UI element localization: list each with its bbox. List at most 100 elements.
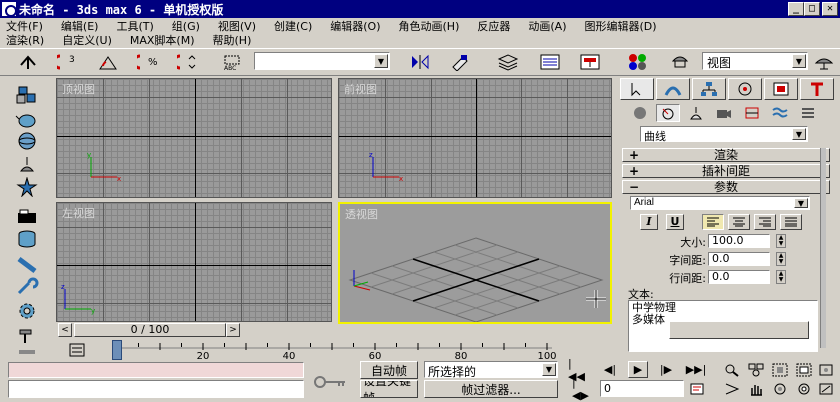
wrench-icon[interactable] — [14, 276, 40, 298]
size-input[interactable]: 100.0 — [708, 234, 770, 248]
viewport-top[interactable]: 顶视图 yx — [56, 78, 332, 198]
named-selection-icon[interactable]: ABC — [220, 51, 244, 73]
spinner-snap-icon[interactable] — [176, 51, 200, 73]
kerning-spinner[interactable]: ▲ ▼ — [776, 252, 786, 266]
italic-button[interactable]: I — [640, 214, 658, 230]
time-slider-thumb[interactable]: 0 / 100 — [74, 323, 226, 337]
underline-button[interactable]: U — [666, 214, 684, 230]
time-config-icon[interactable] — [688, 380, 708, 397]
size-spinner[interactable]: ▲ ▼ — [776, 234, 786, 248]
current-frame-input[interactable]: 0 — [600, 380, 684, 397]
leading-input[interactable]: 0.0 — [708, 270, 770, 284]
maximize-viewport-icon[interactable] — [816, 380, 836, 397]
hammer-icon[interactable] — [14, 324, 40, 346]
menu-item[interactable]: 图形编辑器(D) — [582, 18, 658, 33]
play-icon[interactable]: ▶ — [628, 361, 648, 378]
star-icon[interactable] — [14, 176, 40, 198]
cameras-icon[interactable] — [712, 104, 736, 122]
text-area[interactable]: 中学物理 多媒体 — [628, 300, 818, 352]
maximize-button[interactable]: □ — [804, 2, 820, 16]
align-right-icon[interactable] — [754, 214, 776, 230]
time-marker[interactable] — [112, 340, 122, 360]
space-warps-icon[interactable] — [768, 104, 792, 122]
menu-item[interactable]: MAX脚本(M) — [128, 32, 197, 47]
mirror-icon[interactable] — [408, 51, 432, 73]
kerning-input[interactable]: 0.0 — [708, 252, 770, 266]
bone-icon[interactable] — [14, 254, 40, 276]
key-filters-button[interactable]: 帧过滤器... — [424, 380, 558, 398]
tab-motion-icon[interactable] — [728, 78, 762, 100]
more-tools-icon[interactable] — [14, 348, 40, 358]
teapot-icon[interactable] — [14, 108, 40, 130]
angle-snap-icon[interactable] — [96, 51, 120, 73]
set-key-button[interactable]: 设置关键帧 — [360, 380, 418, 398]
update-button[interactable] — [669, 321, 809, 339]
quick-render-icon[interactable] — [812, 51, 836, 73]
viewport-front[interactable]: 前视图 zx — [338, 78, 612, 198]
field-of-view-icon[interactable] — [722, 380, 742, 397]
zoom-all-icon[interactable] — [746, 361, 766, 378]
menu-item[interactable]: 帮助(H) — [211, 32, 254, 47]
menu-item[interactable]: 角色动画(H) — [397, 18, 462, 33]
display-icon[interactable] — [14, 206, 40, 228]
lamp-icon[interactable] — [14, 154, 40, 176]
category-dropdown[interactable]: 曲线 ▼ — [640, 126, 808, 143]
sphere-icon[interactable] — [14, 130, 40, 152]
menu-item[interactable]: 编辑器(O) — [328, 18, 382, 33]
close-button[interactable]: ✕ — [822, 2, 838, 16]
zoom-extents-icon[interactable] — [770, 361, 790, 378]
selection-set-dropdown[interactable]: ▼ — [254, 52, 390, 70]
tab-display-icon[interactable] — [764, 78, 798, 100]
region-zoom-icon[interactable] — [816, 361, 836, 378]
percent-snap-icon[interactable]: % — [136, 51, 160, 73]
pan-hand-icon[interactable] — [746, 380, 766, 397]
arc-rotate-icon[interactable] — [770, 380, 790, 397]
systems-icon[interactable] — [796, 104, 820, 122]
menu-item[interactable]: 动画(A) — [526, 18, 568, 33]
tab-utilities-icon[interactable] — [800, 78, 834, 100]
menu-item[interactable]: 自定义(U) — [60, 32, 114, 47]
render-scene-icon[interactable] — [668, 51, 692, 73]
rollout-render[interactable]: + 渲染 — [622, 148, 830, 162]
boxes-icon[interactable] — [14, 84, 40, 106]
maxscript-listener[interactable] — [8, 362, 304, 378]
align-left-icon[interactable] — [702, 214, 724, 230]
render-type-dropdown[interactable]: 视图 ▼ — [702, 52, 808, 70]
menu-item[interactable]: 视图(V) — [216, 18, 258, 33]
menu-item[interactable]: 工具(T) — [114, 18, 155, 33]
menu-item[interactable]: 文件(F) — [4, 18, 45, 33]
tab-hierarchy-icon[interactable] — [692, 78, 726, 100]
gear-icon[interactable] — [14, 300, 40, 322]
menu-item[interactable]: 创建(C) — [272, 18, 314, 33]
align-justify-icon[interactable] — [780, 214, 802, 230]
lights-icon[interactable] — [684, 104, 708, 122]
helpers-icon[interactable] — [740, 104, 764, 122]
schematic-view-icon[interactable] — [578, 51, 602, 73]
selection-mode-dropdown[interactable]: 所选择的 ▼ — [424, 361, 558, 379]
layers-icon[interactable] — [496, 51, 520, 73]
track-bar-menu-icon[interactable] — [68, 342, 86, 361]
viewport-left[interactable]: 左视图 zy — [56, 202, 332, 322]
key-mode-icon[interactable]: |◀▶ — [572, 376, 592, 402]
zoom-icon[interactable] — [722, 361, 742, 378]
curve-editor-icon[interactable] — [538, 51, 562, 73]
align-icon[interactable] — [448, 51, 472, 73]
menu-item[interactable]: 组(G) — [170, 18, 202, 33]
time-slider-prev-button[interactable]: < — [58, 323, 72, 337]
viewport-perspective[interactable]: 透视图 — [338, 202, 612, 324]
align-center-icon[interactable] — [728, 214, 750, 230]
rollout-parameters[interactable]: − 参数 — [622, 180, 830, 194]
material-editor-icon[interactable] — [626, 51, 650, 73]
next-frame-icon[interactable]: |▶ — [656, 361, 676, 378]
panel-scrollbar[interactable] — [820, 148, 826, 348]
undo-icon[interactable] — [16, 51, 40, 73]
time-slider-next-button[interactable]: > — [226, 323, 240, 337]
zoom-extents-all-icon[interactable] — [794, 361, 814, 378]
key-icon[interactable] — [310, 368, 350, 396]
tab-modify-icon[interactable] — [656, 78, 690, 100]
minimize-button[interactable]: _ — [788, 2, 804, 16]
snap-magnet-icon[interactable]: 3 — [56, 51, 80, 73]
menu-item[interactable]: 编辑(E) — [59, 18, 101, 33]
previous-frame-icon[interactable]: ◀| — [600, 361, 620, 378]
leading-spinner[interactable]: ▲ ▼ — [776, 270, 786, 284]
